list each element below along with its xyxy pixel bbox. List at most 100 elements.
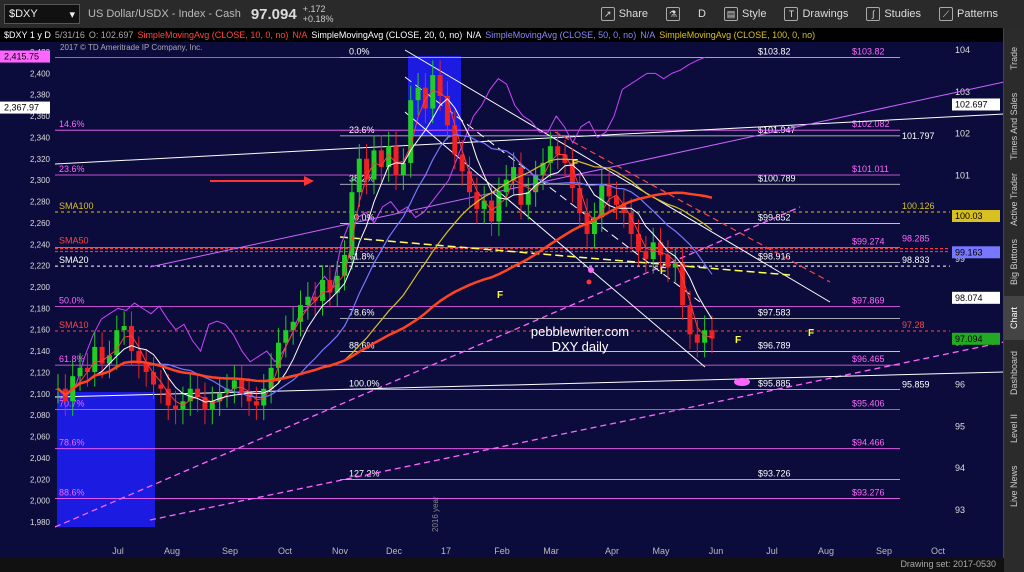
left-axis-tick: 2,280 <box>30 198 51 207</box>
side-value: 98.285 <box>902 233 930 243</box>
fib-label: 0.0% <box>349 47 370 57</box>
chevron-down-icon: ▾ <box>69 8 75 21</box>
x-tick-label: Mar <box>543 546 559 556</box>
magenta-level-label: 14.6% <box>59 119 85 129</box>
candle-body <box>239 380 245 393</box>
rail-tab-level-ii[interactable]: Level II <box>1004 404 1024 452</box>
drawings-icon: T <box>784 7 799 21</box>
flask-icon: ⚗ <box>666 7 681 21</box>
price-chart[interactable]: Jul Aug Sep Oct Nov Dec 17 Feb Mar Apr May Jun Jul Au… <box>0 42 1005 558</box>
sma100-legend[interactable]: SimpleMovingAvg (CLOSE, 100, 0, no) <box>659 30 815 40</box>
magenta-level-value: $93.276 <box>852 487 885 497</box>
price-change: +.172 +0.18% <box>303 4 334 24</box>
side-value: 100.126 <box>902 201 935 211</box>
candle-body <box>518 167 524 205</box>
share-button[interactable]: ↗ Share <box>600 7 648 21</box>
x-tick-label: Apr <box>605 546 619 556</box>
candle-body <box>628 213 634 234</box>
f-marker: F <box>735 335 741 346</box>
x-tick-label: Jul <box>112 546 124 556</box>
symbol-selector[interactable]: $DXY ▾ <box>4 4 80 24</box>
candle-body <box>283 330 289 343</box>
fib-label: 127.2% <box>349 469 380 479</box>
rail-tab-dashboard[interactable]: Dashboard <box>1004 346 1024 400</box>
sma10-value: N/A <box>292 30 308 40</box>
left-axis-tick: 2,160 <box>30 326 51 335</box>
sma-label: SMA20 <box>59 255 89 265</box>
left-axis-tick: 2,060 <box>30 433 51 442</box>
sma20-value: N/A <box>466 30 482 40</box>
candle-body <box>349 192 355 255</box>
right-axis-tick: 93 <box>955 505 965 515</box>
fib-value: $96.789 <box>758 341 791 351</box>
period-button[interactable]: D <box>698 8 706 20</box>
instrument-title: US Dollar/USDX - Index - Cash <box>88 8 241 20</box>
fib-label: 100.0% <box>349 378 380 388</box>
rail-tab-active-trader[interactable]: Active Trader <box>1004 170 1024 228</box>
rail-tab-live-news[interactable]: Live News <box>1004 458 1024 514</box>
x-tick-label: May <box>652 546 670 556</box>
magenta-level-value: $101.011 <box>852 164 889 174</box>
candle-body <box>489 200 495 222</box>
left-axis-tick: 2,240 <box>30 240 51 249</box>
copyright-text: 2017 © TD Ameritrade IP Company, Inc. <box>60 43 202 52</box>
right-axis-tick: 104 <box>955 45 970 55</box>
candle-body <box>371 150 377 180</box>
fib-value: $98.916 <box>758 252 791 262</box>
chart-area[interactable]: Jul Aug Sep Oct Nov Dec 17 Feb Mar Apr May Jun Jul Au… <box>0 42 1005 572</box>
rail-tab-times-and-sales[interactable]: Times And Sales <box>1004 88 1024 164</box>
x-tick-label: Sep <box>222 546 238 556</box>
rail-tab-chart[interactable]: Chart <box>1004 296 1024 340</box>
f-marker: F <box>497 290 503 301</box>
patterns-button[interactable]: ⟋ Patterns <box>939 7 998 21</box>
left-axis-tick: 2,220 <box>30 262 51 271</box>
x-tick-label: 17 <box>441 546 451 556</box>
left-axis-tick: 2,340 <box>30 133 51 142</box>
bottom-bar: Drawing set: 2017-0530 <box>0 558 1004 572</box>
red-dot-marker <box>586 279 592 285</box>
flask-button[interactable]: ⚗ <box>666 7 681 21</box>
right-axis-tick: 102 <box>955 129 970 139</box>
magenta-level-label: 50.0% <box>59 295 85 305</box>
candle-body <box>525 192 531 205</box>
f-marker: F <box>660 266 666 277</box>
magenta-level-label: 61.8% <box>59 354 85 364</box>
candle-body <box>356 158 362 193</box>
left-value-text: 2,415.75 <box>4 52 39 62</box>
side-value: 97.28 <box>902 320 925 330</box>
left-axis-tick: 2,140 <box>30 347 51 356</box>
rail-tab-trade[interactable]: Trade <box>1004 36 1024 80</box>
right-rail: Trade Times And Sales Active Trader Big But… <box>1003 28 1024 572</box>
candle-body <box>320 280 326 301</box>
chart-subtitle: DXY daily <box>552 339 609 354</box>
patterns-label: Patterns <box>957 8 998 20</box>
sma50-legend[interactable]: SimpleMovingAvg (CLOSE, 50, 0, no) <box>485 30 636 40</box>
magenta-level-label: 78.6% <box>59 438 85 448</box>
sma10-legend[interactable]: SimpleMovingAvg (CLOSE, 10, 0, no) <box>137 30 288 40</box>
magenta-level-value: $99.274 <box>852 237 885 247</box>
candle-body <box>400 162 406 176</box>
left-axis-tick: 2,320 <box>30 155 51 164</box>
rail-tab-big-buttons[interactable]: Big Buttons <box>1004 234 1024 290</box>
left-axis-tick: 2,040 <box>30 454 51 463</box>
pink-oval-marker <box>734 378 750 386</box>
candle-body <box>268 367 274 389</box>
candle-body <box>694 334 700 343</box>
style-button[interactable]: ▤ Style <box>724 7 766 21</box>
left-axis-tick: 2,180 <box>30 304 51 313</box>
candle-body <box>77 367 83 377</box>
candle-body <box>92 346 98 372</box>
candle-body <box>121 326 127 331</box>
candle-body <box>415 87 421 101</box>
study-ohlc: O: 102.697 <box>88 30 134 40</box>
studies-button[interactable]: ∫ Studies <box>866 7 921 21</box>
sma20-legend[interactable]: SimpleMovingAvg (CLOSE, 20, 0, no) <box>311 30 462 40</box>
candle-body <box>643 250 649 260</box>
fib-value: $95.885 <box>758 378 791 388</box>
drawing-set-label: Drawing set: 2017-0530 <box>900 559 996 569</box>
sma-label: SMA50 <box>59 236 89 246</box>
drawings-button[interactable]: T Drawings <box>784 7 848 21</box>
last-price: 97.094 <box>250 5 297 23</box>
study-legend-bar: $DXY 1 y D 5/31/16 O: 102.697 SimpleMovi… <box>0 28 1004 42</box>
left-axis-tick: 2,380 <box>30 91 51 100</box>
